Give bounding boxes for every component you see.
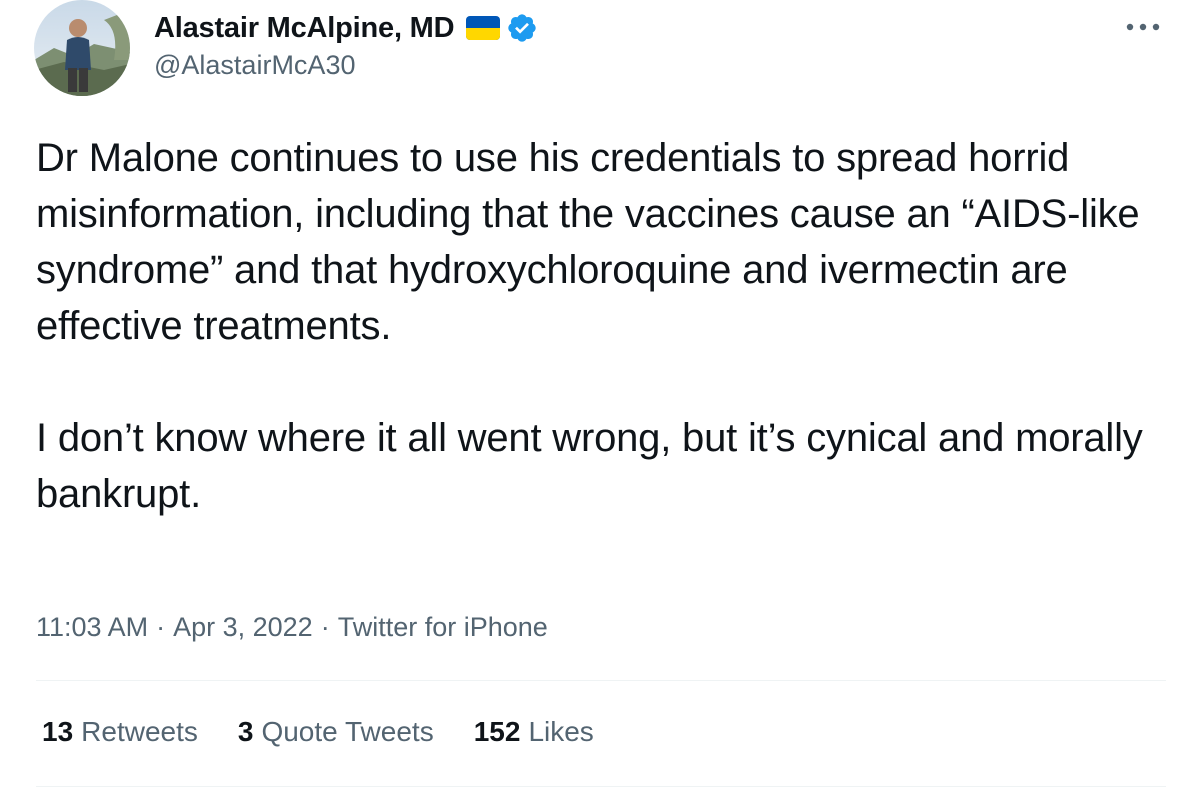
meta-separator: ·: [156, 612, 166, 642]
author-display-name[interactable]: Alastair McAlpine, MD: [154, 12, 455, 45]
divider: [36, 786, 1166, 787]
retweets-count: 13: [42, 716, 74, 747]
quote-tweets-count: 3: [237, 716, 254, 747]
quote-tweets-label: Quote Tweets: [261, 716, 434, 747]
ukraine-flag-icon: [466, 16, 501, 40]
retweets-label: Retweets: [81, 716, 198, 747]
quote-tweets-stat[interactable]: 3 Quote Tweets: [238, 716, 434, 748]
likes-label: Likes: [528, 716, 594, 747]
avatar-photo-icon: [34, 0, 130, 96]
more-options-button[interactable]: [1118, 12, 1168, 42]
retweets-stat[interactable]: 13 Retweets: [42, 716, 198, 748]
engagement-stats: 13 Retweets 3 Quote Tweets 152 Likes: [42, 716, 634, 748]
tweet-paragraph: I don’t know where it all went wrong, bu…: [36, 416, 1143, 516]
divider: [36, 680, 1166, 681]
tweet-source[interactable]: Twitter for iPhone: [338, 612, 548, 642]
more-dots-icon: [1126, 23, 1160, 31]
tweet-date[interactable]: Apr 3, 2022: [173, 612, 313, 642]
likes-stat[interactable]: 152 Likes: [474, 716, 594, 748]
avatar[interactable]: [34, 0, 130, 96]
verified-badge-icon: [506, 12, 538, 44]
tweet-time[interactable]: 11:03 AM: [36, 612, 148, 642]
author-name-row[interactable]: Alastair McAlpine, MD: [154, 8, 538, 48]
tweet-text: Dr Malone continues to use his credentia…: [36, 130, 1176, 522]
tweet-card: Alastair McAlpine, MD @AlastairMcA30 Dr …: [0, 0, 1204, 790]
meta-separator: ·: [320, 612, 330, 642]
author-handle[interactable]: @AlastairMcA30: [154, 50, 355, 81]
tweet-metadata: 11:03 AM · Apr 3, 2022 · Twitter for iPhone: [36, 612, 548, 643]
likes-count: 152: [473, 716, 521, 747]
tweet-paragraph: Dr Malone continues to use his credentia…: [36, 136, 1140, 348]
